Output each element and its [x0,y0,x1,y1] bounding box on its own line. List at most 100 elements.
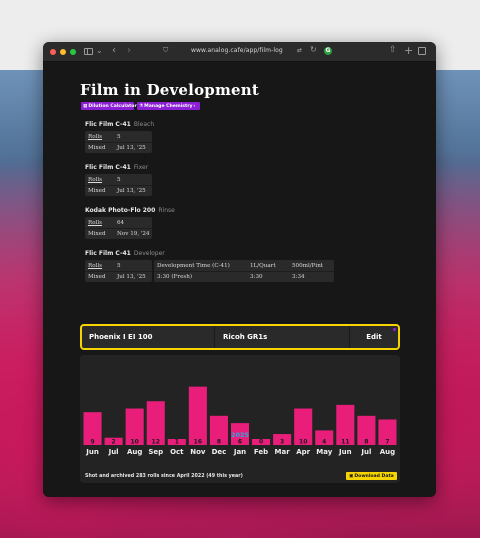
translate-icon[interactable]: ⇄ [297,47,302,54]
pint-value: 3:34 [292,274,305,280]
chemistry-name: Flic Film C-41 [85,250,131,257]
rolls-label[interactable]: Rolls [85,220,115,226]
x-tick-label: Apr [296,448,310,456]
sidebar-icon[interactable] [84,48,93,55]
chemistry-name: Flic Film C-41 [85,121,131,128]
bar-value-label: 16 [194,439,202,446]
mixed-label: Mixed [88,231,106,237]
mixed-label: Mixed [88,145,106,151]
bar-value-label: 6 [238,439,242,446]
bar-value-label: 10 [130,439,138,446]
table-row: Rolls 64 [85,217,152,228]
table-row: Mixed Jul 13, '25 [85,142,152,153]
flask-icon: ⚗ [139,103,144,109]
new-tab-icon[interactable]: + [404,45,413,56]
x-tick-label: Jun [85,448,99,456]
bar-value-label: 1 [175,439,179,446]
zoom-window-button[interactable] [70,48,76,55]
rolls-value: 5 [117,133,121,140]
bar-value-label: 7 [385,439,389,446]
address-bar[interactable]: www.analog.cafe/app/film-log [191,47,283,54]
chemistry-table: Rolls 5 Mixed Jul 13, '25 [85,174,152,196]
rolls-value: 5 [117,176,121,183]
manage-chemistry-button[interactable]: ⚗ Manage Chemistry › [137,102,200,110]
camera-name[interactable]: Ricoh GR1s [215,326,350,348]
chemistry-name: Flic Film C-41 [85,164,131,171]
table-row: Rolls 5 [85,260,152,271]
chemistry-table: Rolls 5 Mixed Jul 13, '25 [85,131,152,153]
rolls-label[interactable]: Rolls [85,263,115,269]
chevron-down-icon[interactable]: ⌄ [96,47,103,55]
x-tick-label: Oct [170,448,184,456]
dev-time-value: 3:30 (Fresh) [157,274,193,280]
current-roll-bar: Phoenix I EI 100 Ricoh GR1s Edit [80,324,400,350]
dilution-calculator-button[interactable]: ▦ Dilution Calculator [81,102,137,110]
quart-header: 1L/Quart [250,262,276,269]
tab-overview-icon[interactable] [418,47,426,55]
minimize-window-button[interactable] [60,48,66,55]
x-tick-label: Nov [190,448,206,456]
extension-icon[interactable]: G [324,47,332,55]
bar-value-label: 0 [259,439,263,446]
table-row: Mixed Nov 19, '24 [85,228,152,239]
chemistry-stage: Developer [133,250,165,257]
table-row: Mixed Jul 13, '25 [85,185,152,196]
x-tick-label: Jul [360,448,371,456]
privacy-shield-icon[interactable]: ⛉ [163,47,168,54]
bar-value-label: 2 [112,439,116,446]
reload-icon[interactable]: ↻ [310,46,317,54]
rolls-label[interactable]: Rolls [85,134,115,140]
chemistry-stage: Bleach [133,121,155,128]
quart-value: 3:30 [250,274,263,280]
chevron-right-icon: › [193,103,196,109]
rolls-label[interactable]: Rolls [85,177,115,183]
x-tick-label: Aug [127,448,142,456]
rolls-chart-card: 9 Jun 2 Jul 10 Aug 12 Sep 1 Oct 16 Nov 8 Dec 6 2025 Jan 0… [80,355,400,483]
chemistry-card: Flic Film C-41 Developer Rolls 5 Mixed J… [85,250,165,282]
mixed-value: Jul 13, '25 [117,188,146,194]
x-tick-label: Jan [233,448,246,456]
mixed-label: Mixed [88,274,106,280]
table-header-row: Development Time (C-41) 1L/Quart 500ml/P… [154,260,334,271]
chart-bar[interactable] [188,386,207,445]
x-tick-label: Jul [108,448,119,456]
x-tick-label: Mar [275,448,291,456]
year-annotation: 2025 [231,431,250,439]
table-row: Mixed Jul 13, '25 [85,271,152,282]
window-controls [50,48,76,55]
film-stock[interactable]: Phoenix I EI 100 [82,326,215,348]
table-row: Rolls 5 [85,131,152,142]
x-tick-label: May [316,448,332,456]
x-tick-label: Sep [148,448,163,456]
share-icon[interactable]: ⇧ [389,46,397,55]
calculator-icon: ▦ [83,103,88,109]
chemistry-card: Flic Film C-41 Fixer Rolls 5 Mixed Jul 1… [85,164,152,196]
development-time-table: Development Time (C-41) 1L/Quart 500ml/P… [154,260,334,282]
back-icon[interactable]: ‹ [112,46,116,56]
chemistry-stage: Rinse [158,207,175,214]
table-row: Rolls 5 [85,174,152,185]
summary-text: Shot and archived 283 rolls since April … [85,474,243,479]
bar-value-label: 12 [152,439,160,446]
chemistry-card: Kodak Photo-Flo 200 Rinse Rolls 64 Mixed… [85,207,175,239]
close-window-button[interactable] [50,48,56,55]
x-tick-label: Feb [254,448,268,456]
bar-value-label: 11 [341,439,349,446]
download-data-button[interactable]: ▣ Download Data [346,472,397,480]
dilution-calculator-label: Dilution Calculator [88,103,137,109]
chemistry-card: Flic Film C-41 Bleach Rolls 5 Mixed Jul … [85,121,154,153]
bar-value-label: 10 [299,439,307,446]
status-dot [393,328,396,331]
page-content: Film in Development ▦ Dilution Calculato… [43,63,436,497]
chemistry-name: Kodak Photo-Flo 200 [85,207,156,214]
chemistry-table: Rolls 64 Mixed Nov 19, '24 [85,217,152,239]
mixed-value: Jul 13, '25 [117,145,146,151]
x-tick-label: Aug [380,448,395,456]
rolls-value: 64 [117,219,125,226]
edit-button[interactable]: Edit [350,326,398,348]
mixed-value: Nov 19, '24 [117,231,150,237]
dev-time-header: Development Time (C-41) [157,262,230,269]
forward-icon[interactable]: › [127,46,131,56]
rolls-value: 5 [117,262,121,269]
bar-value-label: 9 [90,439,94,446]
